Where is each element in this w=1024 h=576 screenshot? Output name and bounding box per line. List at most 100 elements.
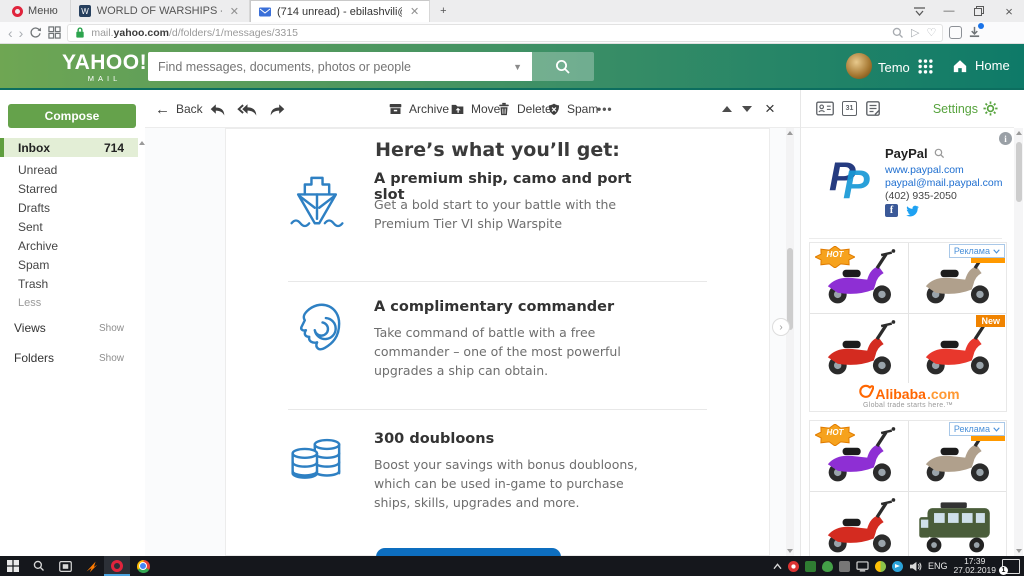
scroll-up-arrow[interactable] [1014, 131, 1023, 135]
tab-close-icon[interactable]: ✕ [228, 5, 241, 18]
search-chevron-icon[interactable]: ▼ [503, 62, 532, 72]
start-button[interactable] [0, 556, 26, 576]
back-nav-icon[interactable]: ‹ [8, 26, 13, 40]
scroll-up-arrow[interactable] [786, 131, 794, 135]
message-scrollbar[interactable] [786, 128, 794, 556]
downloads-icon[interactable] [968, 23, 985, 39]
home-button[interactable]: Home [952, 58, 1010, 73]
back-button[interactable]: ← Back [155, 90, 203, 128]
contacts-icon[interactable] [816, 101, 834, 116]
ad-block[interactable]: HOT Реклама [809, 420, 1007, 563]
apps-grid-icon[interactable] [918, 59, 933, 74]
contact-website-link[interactable]: www.paypal.com [885, 164, 964, 176]
telegram-icon[interactable] [891, 560, 903, 572]
tray-card-icon[interactable] [804, 560, 816, 572]
tray-app2-icon[interactable] [874, 560, 886, 572]
tray-app-icon[interactable] [787, 560, 799, 572]
ad-product-scooter-red[interactable] [810, 314, 908, 384]
tab-world-of-warships[interactable]: W WORLD OF WARSHIPS -> ✕ [71, 0, 250, 22]
facebook-icon[interactable]: f [885, 204, 898, 217]
next-message-button[interactable] [742, 90, 752, 128]
mail-search-button[interactable] [532, 52, 594, 81]
speed-dial-icon[interactable] [48, 26, 62, 39]
ad-label-toggle[interactable]: Реклама [948, 244, 1005, 258]
move-button[interactable]: Move [450, 90, 500, 128]
bookmark-heart-icon[interactable]: ♡ [926, 26, 936, 39]
archive-button[interactable]: Archive [388, 90, 449, 128]
restore-button[interactable] [964, 0, 994, 22]
volume-icon[interactable] [909, 561, 922, 572]
yahoo-mail-logo[interactable]: YAHOO! MAIL [62, 52, 147, 83]
tray-antivirus-icon[interactable] [821, 560, 833, 572]
reload-icon[interactable] [29, 26, 42, 39]
browser-menu-button[interactable]: Меню [0, 0, 71, 22]
tab-yahoo-mail[interactable]: (714 unread) - ebilashvili@ ✕ [249, 0, 431, 22]
task-view-button[interactable] [52, 556, 78, 576]
sidebar-item-drafts[interactable]: Drafts [0, 198, 138, 217]
scroll-thumb[interactable] [787, 248, 793, 330]
tray-input-icon[interactable] [838, 560, 850, 572]
taskbar-clock[interactable]: 17:39 27.02.2019 [953, 557, 996, 575]
sidebar-item-archive[interactable]: Archive [0, 236, 138, 255]
tab-close-icon[interactable]: ✕ [408, 5, 421, 18]
sidebar-item-trash[interactable]: Trash [0, 274, 138, 293]
ad-product-van-green[interactable] [908, 492, 1006, 562]
spam-button[interactable]: Spam [547, 90, 598, 128]
new-tab-button[interactable]: + [430, 0, 456, 22]
search-page-icon[interactable] [892, 27, 904, 39]
settings-button[interactable]: Settings [933, 101, 998, 116]
alibaba-tagline: Global trade starts here.™ [863, 402, 953, 409]
minimize-button[interactable]: — [934, 0, 964, 22]
contact-email-link[interactable]: paypal@mail.paypal.com [885, 177, 1002, 189]
prev-message-button[interactable] [722, 90, 732, 128]
user-name[interactable]: Temo [878, 60, 910, 75]
tab-menu-icon[interactable] [904, 0, 934, 22]
info-icon[interactable]: i [999, 132, 1012, 145]
sidebar-item-starred[interactable]: Starred [0, 179, 138, 198]
reply-button[interactable] [209, 90, 226, 128]
mail-search-input[interactable] [148, 59, 504, 74]
user-avatar[interactable] [846, 53, 872, 79]
game-center-button[interactable] [78, 556, 104, 576]
alibaba-footer[interactable]: Alibaba .com Global trade starts here.™ [810, 383, 1006, 409]
notepad-icon[interactable] [866, 101, 880, 116]
collapse-rail-toggle[interactable]: › [772, 318, 790, 336]
sidebar-item-inbox[interactable]: Inbox 714 [0, 138, 138, 157]
network-icon[interactable] [856, 560, 869, 572]
compose-button[interactable]: Compose [8, 104, 136, 128]
opera-taskbar-button[interactable] [104, 556, 130, 576]
extension-icon[interactable] [949, 26, 963, 39]
taskbar-search-button[interactable] [26, 556, 52, 576]
sidebar-item-unread[interactable]: Unread [0, 160, 138, 179]
scroll-down-arrow[interactable] [786, 546, 794, 556]
language-indicator[interactable]: ENG [928, 561, 948, 571]
sidebar-item-sent[interactable]: Sent [0, 217, 138, 236]
hidden-icons-caret[interactable] [773, 562, 782, 570]
chrome-taskbar-button[interactable] [130, 556, 156, 576]
forward-nav-icon[interactable]: › [19, 26, 24, 40]
views-show-link[interactable]: Show [99, 323, 124, 334]
twitter-icon[interactable] [905, 204, 919, 217]
send-to-device-icon[interactable]: ▷ [911, 26, 919, 39]
reply-all-button[interactable] [237, 90, 258, 128]
scroll-thumb[interactable] [1015, 142, 1022, 202]
action-center-icon[interactable]: 1 [999, 558, 1020, 575]
feature-description: Get a bold start to your battle with the… [374, 197, 617, 231]
close-message-button[interactable]: × [765, 90, 775, 128]
forward-button[interactable] [269, 90, 286, 128]
close-button[interactable]: × [994, 0, 1024, 22]
ad-label-toggle[interactable]: Реклама [948, 422, 1005, 436]
delete-button[interactable]: Delete [497, 90, 552, 128]
sidebar-item-less[interactable]: Less [0, 293, 138, 312]
more-actions-button[interactable]: ••• [597, 90, 613, 128]
panel-scrollbar[interactable] [1014, 128, 1023, 556]
calendar-icon[interactable]: 31 [842, 101, 857, 116]
sidebar-item-spam[interactable]: Spam [0, 255, 138, 274]
url-field[interactable]: mail.yahoo.com/d/folders/1/messages/3315… [67, 23, 944, 42]
contact-search-icon[interactable] [934, 148, 945, 159]
ad-block[interactable]: HOT Реклама New Alibaba .com Global trade… [809, 242, 1007, 412]
mail-favicon-icon [258, 7, 271, 16]
ad-product-scooter-red[interactable] [810, 492, 908, 562]
scroll-down-arrow[interactable] [1014, 546, 1023, 556]
folders-show-link[interactable]: Show [99, 353, 124, 364]
